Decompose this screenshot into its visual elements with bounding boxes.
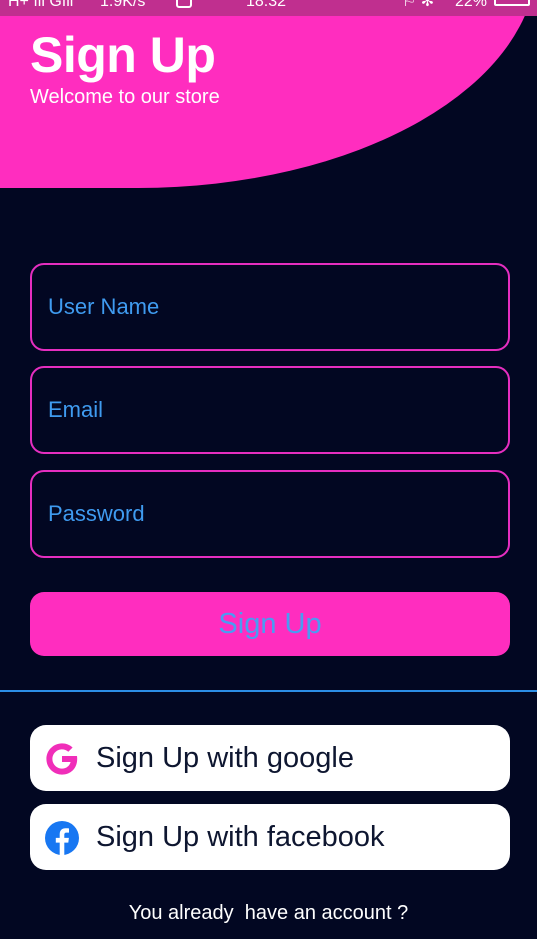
battery-percent: 22% (455, 0, 488, 10)
email-input[interactable] (32, 368, 508, 452)
email-field-container (30, 366, 510, 454)
status-icons: ⚐ ✻ (402, 0, 435, 10)
password-field-container (30, 470, 510, 558)
username-field-container (30, 263, 510, 351)
password-input[interactable] (32, 472, 508, 556)
battery-icon (494, 0, 530, 6)
google-sign-up-button[interactable]: Sign Up with google (30, 725, 510, 791)
sign-up-button[interactable]: Sign Up (30, 592, 510, 656)
google-sign-up-label: Sign Up with google (96, 742, 354, 774)
signal-indicator: H+ ıll Gıll (8, 0, 74, 10)
facebook-icon (44, 820, 80, 856)
facebook-sign-up-label: Sign Up with facebook (96, 821, 385, 853)
username-input[interactable] (32, 265, 508, 349)
status-time: 18:32 (246, 0, 287, 10)
page-title: Sign Up (30, 27, 216, 83)
network-speed: 1.9K/s (100, 0, 146, 10)
page-subtitle: Welcome to our store (30, 86, 220, 108)
divider (0, 690, 537, 692)
signup-screen: H+ ıll Gıll 1.9K/s 18:32 ⚐ ✻ 22% Sign Up… (0, 0, 537, 939)
status-bar: H+ ıll Gıll 1.9K/s 18:32 ⚐ ✻ 22% (0, 0, 537, 16)
facebook-sign-up-button[interactable]: Sign Up with facebook (30, 804, 510, 870)
login-link[interactable]: You already have an account ? (0, 902, 537, 925)
google-icon (44, 741, 80, 777)
notification-icon (176, 0, 192, 8)
